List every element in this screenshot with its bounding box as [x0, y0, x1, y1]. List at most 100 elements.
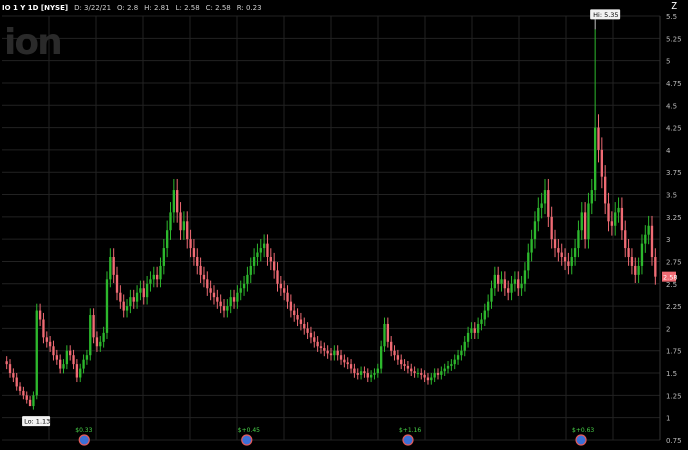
- candle-body: [630, 257, 634, 266]
- candle-body: [72, 355, 75, 365]
- candle-body: [236, 292, 239, 302]
- candle-body: [527, 252, 530, 271]
- candle-body: [373, 373, 376, 375]
- candle-body: [85, 355, 89, 360]
- y-tick-label: 2.75: [666, 258, 682, 266]
- candle-body: [239, 288, 242, 293]
- candle-body: [286, 292, 289, 302]
- candle-body: [460, 350, 463, 356]
- candle-body: [379, 346, 383, 369]
- candle-body: [436, 373, 440, 375]
- candle-body: [119, 292, 122, 302]
- candle-body: [396, 355, 400, 360]
- candle-body: [607, 203, 610, 222]
- candle-body: [634, 265, 637, 275]
- candle-body: [129, 297, 132, 307]
- candle-body: [627, 248, 630, 258]
- candle-body: [269, 257, 272, 262]
- candle-body: [513, 279, 517, 284]
- candle-body: [25, 395, 28, 400]
- candle-body: [246, 274, 249, 284]
- y-tick-label: 1.75: [666, 348, 682, 356]
- candle-body: [393, 350, 396, 356]
- y-tick-label: 5: [666, 58, 670, 66]
- candle-body: [376, 368, 379, 374]
- date-label: D: 3/22/21: [74, 4, 112, 12]
- candle-body: [390, 341, 393, 351]
- candle-body: [604, 176, 607, 204]
- candle-body: [637, 265, 640, 275]
- candle-body: [486, 301, 490, 311]
- y-tick-label: 3.75: [666, 169, 682, 177]
- candle-body: [42, 319, 45, 338]
- candle-body: [299, 319, 303, 324]
- candle-body: [18, 386, 22, 391]
- y-tick-label: 5.5: [666, 13, 677, 21]
- candle-body: [252, 257, 256, 266]
- candle-body: [410, 368, 413, 372]
- candle-body: [530, 239, 533, 253]
- candle-body: [65, 350, 69, 365]
- candle-body: [316, 341, 319, 347]
- dividend-marker-icon: [575, 434, 587, 446]
- candle-body: [553, 239, 557, 249]
- candle-body: [162, 248, 165, 266]
- high-label: H: 2.81: [144, 4, 170, 12]
- candle-body: [169, 212, 172, 231]
- candle-body: [102, 332, 105, 342]
- candle-body: [32, 395, 35, 407]
- candle-body: [309, 332, 313, 338]
- y-tick-label: 4.75: [666, 80, 682, 88]
- candle-body: [520, 283, 523, 289]
- candle-body: [206, 279, 209, 289]
- y-tick-label: 5.25: [666, 35, 682, 43]
- y-tick-label: 2.5: [666, 281, 677, 289]
- candle-body: [620, 207, 624, 231]
- candle-body: [480, 319, 483, 324]
- candle-body: [647, 225, 650, 235]
- y-tick-label: 3: [666, 236, 670, 244]
- candle-body: [580, 212, 583, 231]
- candle-body: [640, 243, 644, 266]
- y-tick-label: 2: [666, 325, 670, 333]
- zoom-icon[interactable]: Z: [668, 1, 680, 13]
- candle-body: [179, 212, 182, 231]
- candle-body: [256, 252, 259, 258]
- candle-body: [523, 270, 527, 284]
- chart-header: IO 1 Y 1D [NYSE] D: 3/22/21 O: 2.8 H: 2.…: [2, 2, 262, 15]
- candle-body: [55, 355, 58, 360]
- dividend-label: $+1.16: [399, 427, 421, 434]
- candle-body: [222, 306, 226, 311]
- candle-body: [149, 279, 152, 284]
- candle-body: [199, 265, 202, 275]
- y-tick-label: 3.5: [666, 192, 677, 200]
- candle-body: [135, 292, 139, 302]
- candle-body: [403, 364, 406, 366]
- y-tick-label: 4.5: [666, 102, 677, 110]
- candle-body: [343, 359, 346, 363]
- candle-body: [89, 315, 92, 356]
- candle-body: [229, 297, 232, 307]
- candle-body: [48, 341, 52, 347]
- candle-body: [122, 301, 125, 311]
- candle-body: [145, 283, 149, 298]
- candle-body: [577, 230, 580, 249]
- candle-body: [12, 373, 15, 378]
- candle-body: [500, 279, 503, 284]
- candle-body: [75, 364, 79, 378]
- candle-body: [159, 265, 162, 280]
- candle-body: [212, 292, 216, 298]
- candle-body: [176, 190, 179, 213]
- candle-body: [8, 364, 12, 374]
- candle-body: [69, 350, 72, 356]
- y-tick-label: 1.25: [666, 392, 682, 400]
- candle-body: [533, 221, 537, 240]
- candle-body: [456, 355, 460, 360]
- candle-body: [303, 323, 306, 329]
- price-chart[interactable]: 0.75 1 1.25 1.5 1.75 2 2.25 2.5 2.75 3 3.25 3.5 3.75…: [0, 0, 688, 450]
- y-tick-label: 3.25: [666, 214, 682, 222]
- candle-body: [99, 341, 102, 347]
- candle-body: [283, 288, 286, 293]
- candle-body: [369, 374, 373, 378]
- candle-body: [115, 274, 119, 293]
